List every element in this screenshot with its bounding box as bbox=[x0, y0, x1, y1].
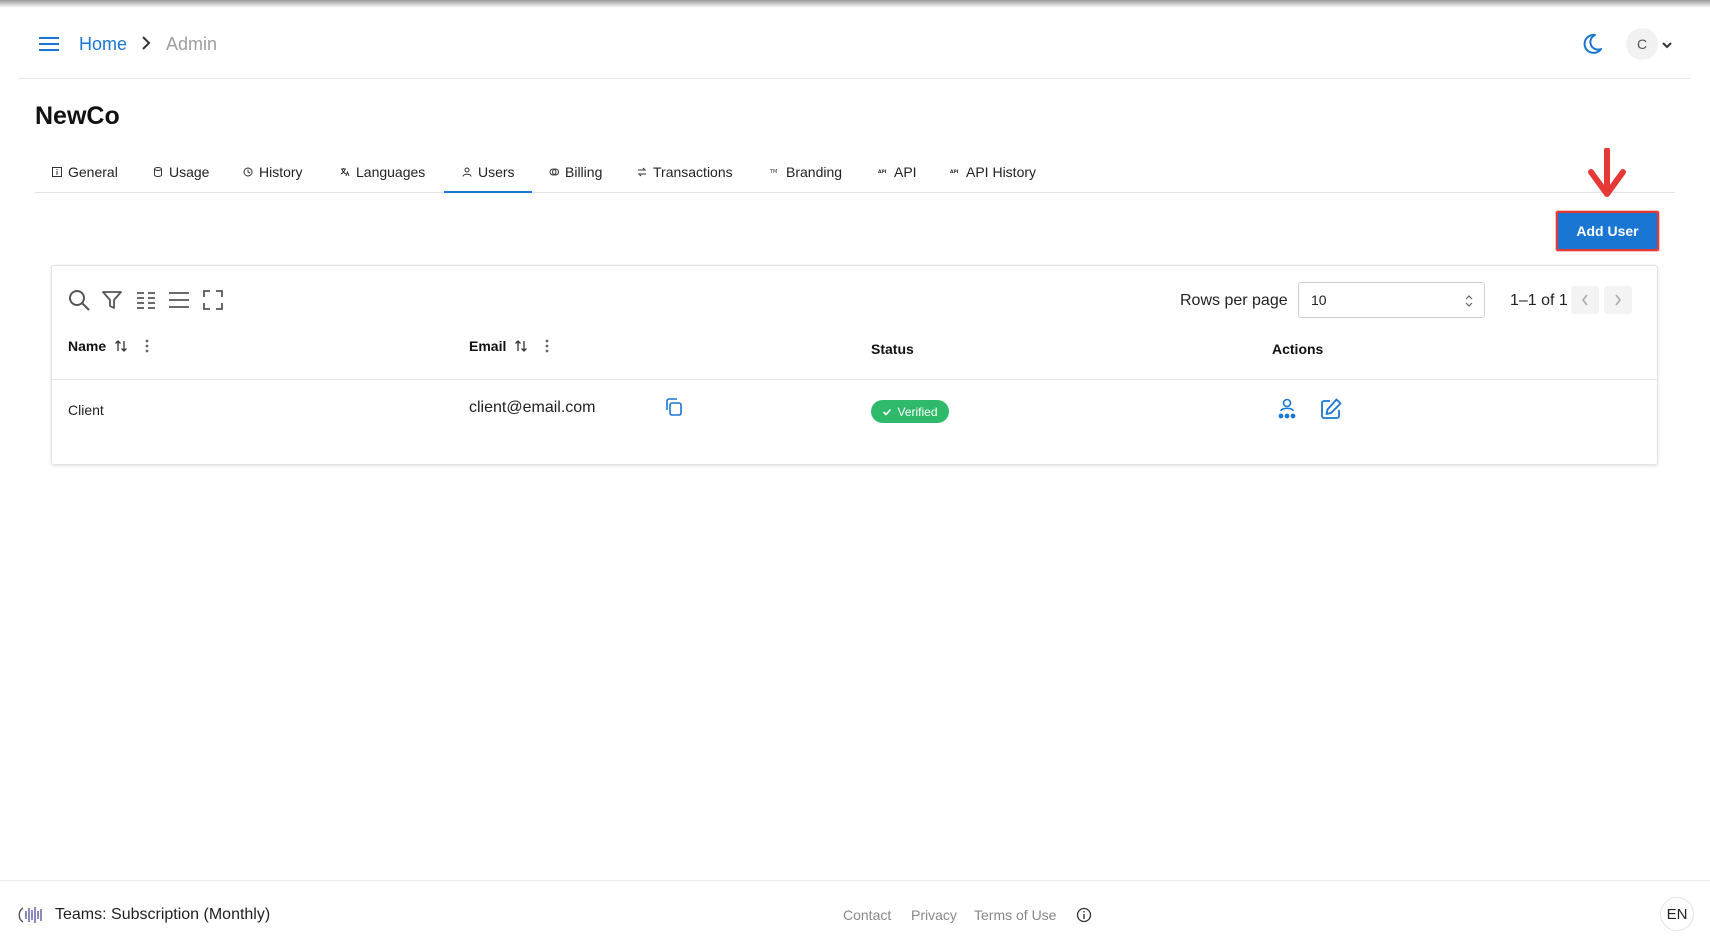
tab-general[interactable]: General bbox=[52, 152, 118, 192]
sort-icon[interactable] bbox=[514, 339, 528, 353]
add-user-button[interactable]: Add User bbox=[1556, 211, 1659, 251]
tab-transactions[interactable]: Transactions bbox=[637, 152, 733, 192]
column-menu-icon[interactable] bbox=[144, 338, 150, 354]
tab-label: Languages bbox=[356, 164, 426, 180]
tab-users[interactable]: Users bbox=[444, 152, 532, 193]
edit-icon[interactable] bbox=[1319, 397, 1343, 421]
info-icon[interactable] bbox=[1076, 907, 1092, 923]
column-header-label: Actions bbox=[1272, 341, 1324, 357]
search-icon[interactable] bbox=[67, 288, 91, 312]
logo-icon bbox=[18, 907, 42, 923]
svg-text:API: API bbox=[950, 169, 959, 175]
cell-name: Client bbox=[68, 402, 104, 418]
breadcrumb-home[interactable]: Home bbox=[79, 34, 127, 55]
svg-text:TM: TM bbox=[770, 169, 777, 175]
tab-branding[interactable]: TM Branding bbox=[770, 152, 842, 192]
cell-email: client@email.com bbox=[469, 399, 596, 416]
density-icon[interactable] bbox=[167, 288, 191, 312]
impersonate-user-icon[interactable] bbox=[1275, 397, 1299, 421]
header-divider bbox=[52, 379, 1657, 380]
check-icon bbox=[883, 408, 892, 416]
app-header: Home Admin C bbox=[18, 8, 1690, 79]
tab-label: History bbox=[259, 164, 303, 180]
footer-link-contact[interactable]: Contact bbox=[843, 907, 891, 923]
chevron-right-icon bbox=[1615, 294, 1622, 306]
chevron-left-icon bbox=[1581, 294, 1588, 306]
rows-per-page-select[interactable]: 10 bbox=[1298, 282, 1485, 318]
column-header-email[interactable]: Email bbox=[469, 338, 550, 354]
tab-bar: General Usage History Languages Users Bi… bbox=[35, 152, 1675, 193]
subscription-plan: Teams: Subscription (Monthly) bbox=[55, 906, 271, 923]
tab-api[interactable]: API API bbox=[878, 152, 917, 192]
footer: Teams: Subscription (Monthly) Contact Pr… bbox=[0, 880, 1710, 945]
users-table: Rows per page 10 1–1 of 1 Name Email Sta… bbox=[51, 265, 1658, 465]
tab-label: Usage bbox=[169, 164, 210, 180]
svg-text:API: API bbox=[878, 169, 887, 175]
tab-history[interactable]: History bbox=[243, 152, 303, 192]
chevron-down-icon[interactable] bbox=[1661, 41, 1673, 49]
column-header-label: Status bbox=[871, 341, 914, 357]
tab-usage[interactable]: Usage bbox=[153, 152, 209, 192]
database-icon bbox=[154, 167, 162, 177]
tab-label: API bbox=[894, 164, 917, 180]
prev-page-button[interactable] bbox=[1571, 286, 1599, 314]
moon-icon[interactable] bbox=[1580, 32, 1604, 56]
api-history-icon: API bbox=[950, 169, 959, 175]
tab-languages[interactable]: Languages bbox=[340, 152, 425, 192]
trademark-icon: TM bbox=[770, 169, 777, 175]
arrow-down-icon bbox=[1588, 148, 1626, 197]
filter-icon[interactable] bbox=[100, 288, 124, 312]
column-header-status: Status bbox=[871, 341, 914, 357]
info-box-icon bbox=[52, 167, 62, 177]
avatar[interactable]: C bbox=[1626, 28, 1658, 60]
user-icon bbox=[462, 167, 472, 177]
chevron-right-icon bbox=[142, 36, 151, 50]
tab-label: Billing bbox=[565, 164, 603, 180]
rows-per-page-value: 10 bbox=[1311, 292, 1327, 308]
translate-icon bbox=[340, 168, 350, 177]
top-shadow bbox=[0, 0, 1710, 8]
column-header-label: Name bbox=[68, 338, 107, 354]
footer-link-terms[interactable]: Terms of Use bbox=[974, 907, 1056, 923]
language-switcher[interactable]: EN bbox=[1660, 897, 1694, 931]
tab-billing[interactable]: Billing bbox=[549, 152, 602, 192]
status-label: Verified bbox=[897, 404, 938, 419]
sort-icon[interactable] bbox=[114, 339, 128, 353]
transfer-icon bbox=[637, 167, 647, 177]
next-page-button[interactable] bbox=[1604, 286, 1632, 314]
column-header-label: Email bbox=[469, 338, 507, 354]
tab-label: General bbox=[68, 164, 118, 180]
coins-icon bbox=[549, 168, 559, 176]
page-title: NewCo bbox=[35, 102, 120, 130]
copy-icon[interactable] bbox=[664, 397, 684, 417]
breadcrumb-current: Admin bbox=[166, 34, 218, 54]
footer-link-privacy[interactable]: Privacy bbox=[911, 907, 957, 923]
tab-label: Users bbox=[478, 163, 515, 180]
status-badge: Verified bbox=[871, 400, 949, 423]
history-icon bbox=[243, 167, 253, 177]
tab-api-history[interactable]: API API History bbox=[950, 152, 1036, 192]
column-menu-icon[interactable] bbox=[544, 338, 550, 354]
select-arrows-icon bbox=[1465, 295, 1473, 307]
page-info: 1–1 of 1 bbox=[1510, 292, 1568, 309]
fullscreen-icon[interactable] bbox=[201, 288, 225, 312]
tab-label: API History bbox=[966, 164, 1037, 180]
tab-label: Branding bbox=[786, 164, 843, 180]
column-header-actions: Actions bbox=[1272, 341, 1323, 357]
tab-label: Transactions bbox=[653, 164, 733, 180]
menu-icon[interactable] bbox=[38, 34, 60, 54]
columns-icon[interactable] bbox=[134, 288, 158, 312]
api-icon: API bbox=[878, 169, 887, 175]
rows-per-page-label: Rows per page bbox=[1180, 292, 1288, 309]
column-header-name[interactable]: Name bbox=[68, 338, 150, 354]
